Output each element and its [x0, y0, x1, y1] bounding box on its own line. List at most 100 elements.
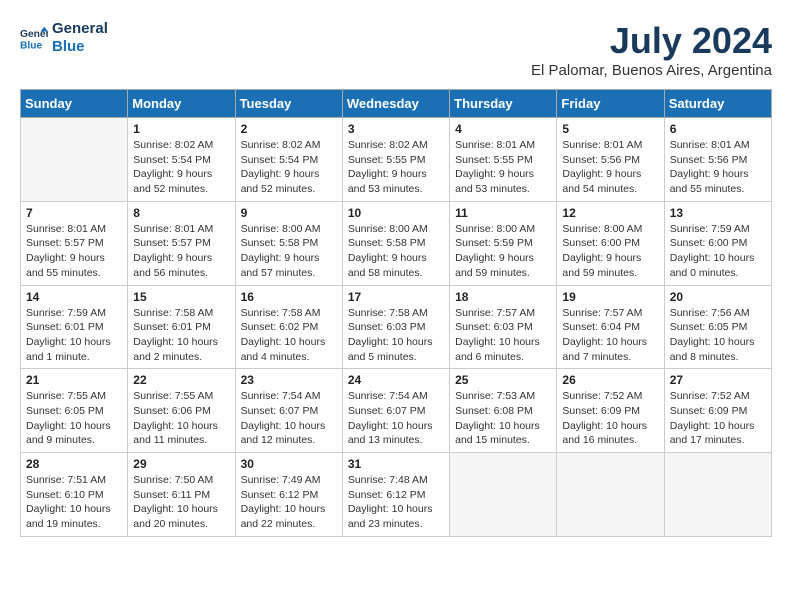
day-info: Sunrise: 7:51 AMSunset: 6:10 PMDaylight:…: [26, 473, 122, 532]
day-number: 29: [133, 457, 229, 471]
logo-icon: General Blue: [20, 24, 48, 52]
day-info: Sunrise: 7:53 AMSunset: 6:08 PMDaylight:…: [455, 389, 551, 448]
day-info: Sunrise: 8:02 AMSunset: 5:54 PMDaylight:…: [241, 138, 337, 197]
calendar-cell: 3Sunrise: 8:02 AMSunset: 5:55 PMDaylight…: [342, 118, 449, 202]
day-number: 26: [562, 373, 658, 387]
day-number: 31: [348, 457, 444, 471]
day-info: Sunrise: 7:52 AMSunset: 6:09 PMDaylight:…: [562, 389, 658, 448]
calendar-day-header: Wednesday: [342, 90, 449, 118]
day-number: 30: [241, 457, 337, 471]
calendar-cell: 12Sunrise: 8:00 AMSunset: 6:00 PMDayligh…: [557, 201, 664, 285]
day-info: Sunrise: 7:58 AMSunset: 6:01 PMDaylight:…: [133, 306, 229, 365]
day-info: Sunrise: 7:54 AMSunset: 6:07 PMDaylight:…: [241, 389, 337, 448]
calendar-day-header: Sunday: [21, 90, 128, 118]
calendar-cell: 31 Sunrise: 7:48 AMSunset: 6:12 PMDayligh…: [342, 453, 449, 537]
day-info: Sunrise: 7:50 AMSunset: 6:11 PMDaylight:…: [133, 473, 229, 532]
day-number: 11: [455, 206, 551, 220]
calendar-cell: [664, 453, 771, 537]
day-number: 9: [241, 206, 337, 220]
logo: General Blue General Blue: [20, 20, 108, 56]
day-info: Sunrise: 7:54 AMSunset: 6:07 PMDaylight:…: [348, 389, 444, 448]
day-info: Sunrise: 7:57 AMSunset: 6:04 PMDaylight:…: [562, 306, 658, 365]
calendar-cell: 5 Sunrise: 8:01 AMSunset: 5:56 PMDaylight…: [557, 118, 664, 202]
calendar-cell: 18 Sunrise: 7:57 AMSunset: 6:03 PMDayligh…: [450, 285, 557, 369]
day-number: 4: [455, 122, 551, 136]
calendar-cell: 28 Sunrise: 7:51 AMSunset: 6:10 PMDayligh…: [21, 453, 128, 537]
calendar-cell: 22Sunrise: 7:55 AMSunset: 6:06 PMDayligh…: [128, 369, 235, 453]
calendar-cell: 27Sunrise: 7:52 AMSunset: 6:09 PMDayligh…: [664, 369, 771, 453]
day-info: Sunrise: 7:59 AMSunset: 6:01 PMDaylight:…: [26, 306, 122, 365]
day-info: Sunrise: 7:55 AMSunset: 6:05 PMDaylight:…: [26, 389, 122, 448]
calendar-day-header: Monday: [128, 90, 235, 118]
calendar-cell: 20Sunrise: 7:56 AMSunset: 6:05 PMDayligh…: [664, 285, 771, 369]
page-header: General Blue General Blue July 2024 El P…: [20, 20, 772, 79]
day-info: Sunrise: 7:58 AMSunset: 6:02 PMDaylight:…: [241, 306, 337, 365]
calendar-cell: 16Sunrise: 7:58 AMSunset: 6:02 PMDayligh…: [235, 285, 342, 369]
calendar-cell: 13Sunrise: 7:59 AMSunset: 6:00 PMDayligh…: [664, 201, 771, 285]
calendar-cell: 17 Sunrise: 7:58 AMSunset: 6:03 PMDayligh…: [342, 285, 449, 369]
title-area: July 2024 El Palomar, Buenos Aires, Arge…: [531, 20, 772, 79]
calendar-week-row: 28 Sunrise: 7:51 AMSunset: 6:10 PMDayligh…: [21, 453, 772, 537]
logo-text-blue: Blue: [52, 38, 108, 56]
day-number: 22: [133, 373, 229, 387]
calendar-cell: 2 Sunrise: 8:02 AMSunset: 5:54 PMDaylight…: [235, 118, 342, 202]
day-info: Sunrise: 8:01 AMSunset: 5:56 PMDaylight:…: [562, 138, 658, 197]
calendar-cell: 29 Sunrise: 7:50 AMSunset: 6:11 PMDayligh…: [128, 453, 235, 537]
calendar-cell: 21 Sunrise: 7:55 AMSunset: 6:05 PMDayligh…: [21, 369, 128, 453]
day-number: 24: [348, 373, 444, 387]
day-info: Sunrise: 8:02 AMSunset: 5:54 PMDaylight:…: [133, 138, 229, 197]
logo-text-general: General: [52, 20, 108, 38]
calendar-header-row: SundayMondayTuesdayWednesdayThursdayFrid…: [21, 90, 772, 118]
day-info: Sunrise: 7:59 AMSunset: 6:00 PMDaylight:…: [670, 222, 766, 281]
day-number: 23: [241, 373, 337, 387]
day-info: Sunrise: 7:49 AMSunset: 6:12 PMDaylight:…: [241, 473, 337, 532]
calendar-cell: 14Sunrise: 7:59 AMSunset: 6:01 PMDayligh…: [21, 285, 128, 369]
calendar-cell: 10Sunrise: 8:00 AMSunset: 5:58 PMDayligh…: [342, 201, 449, 285]
day-number: 12: [562, 206, 658, 220]
day-number: 7: [26, 206, 122, 220]
day-info: Sunrise: 7:58 AMSunset: 6:03 PMDaylight:…: [348, 306, 444, 365]
day-info: Sunrise: 8:00 AMSunset: 5:58 PMDaylight:…: [241, 222, 337, 281]
calendar-cell: 15Sunrise: 7:58 AMSunset: 6:01 PMDayligh…: [128, 285, 235, 369]
day-info: Sunrise: 7:48 AMSunset: 6:12 PMDaylight:…: [348, 473, 444, 532]
month-title: July 2024: [531, 20, 772, 62]
day-number: 1: [133, 122, 229, 136]
svg-text:Blue: Blue: [20, 40, 43, 51]
day-info: Sunrise: 7:56 AMSunset: 6:05 PMDaylight:…: [670, 306, 766, 365]
day-number: 17: [348, 290, 444, 304]
day-info: Sunrise: 7:52 AMSunset: 6:09 PMDaylight:…: [670, 389, 766, 448]
calendar-cell: 4 Sunrise: 8:01 AMSunset: 5:55 PMDaylight…: [450, 118, 557, 202]
day-info: Sunrise: 8:01 AMSunset: 5:55 PMDaylight:…: [455, 138, 551, 197]
day-info: Sunrise: 7:57 AMSunset: 6:03 PMDaylight:…: [455, 306, 551, 365]
day-number: 8: [133, 206, 229, 220]
calendar-week-row: 21 Sunrise: 7:55 AMSunset: 6:05 PMDayligh…: [21, 369, 772, 453]
calendar-cell: 11Sunrise: 8:00 AMSunset: 5:59 PMDayligh…: [450, 201, 557, 285]
location-title: El Palomar, Buenos Aires, Argentina: [531, 62, 772, 79]
calendar-cell: 9 Sunrise: 8:00 AMSunset: 5:58 PMDaylight…: [235, 201, 342, 285]
day-number: 5: [562, 122, 658, 136]
calendar-week-row: 7 Sunrise: 8:01 AMSunset: 5:57 PMDaylight…: [21, 201, 772, 285]
calendar-cell: 23 Sunrise: 7:54 AMSunset: 6:07 PMDayligh…: [235, 369, 342, 453]
calendar-cell: [450, 453, 557, 537]
day-number: 21: [26, 373, 122, 387]
calendar-cell: 1 Sunrise: 8:02 AMSunset: 5:54 PMDaylight…: [128, 118, 235, 202]
day-info: Sunrise: 8:01 AMSunset: 5:57 PMDaylight:…: [133, 222, 229, 281]
calendar-week-row: 14Sunrise: 7:59 AMSunset: 6:01 PMDayligh…: [21, 285, 772, 369]
day-number: 19: [562, 290, 658, 304]
calendar-cell: 19 Sunrise: 7:57 AMSunset: 6:04 PMDayligh…: [557, 285, 664, 369]
calendar-day-header: Thursday: [450, 90, 557, 118]
calendar-day-header: Friday: [557, 90, 664, 118]
calendar-cell: 30 Sunrise: 7:49 AMSunset: 6:12 PMDayligh…: [235, 453, 342, 537]
day-number: 28: [26, 457, 122, 471]
day-number: 10: [348, 206, 444, 220]
calendar-cell: [557, 453, 664, 537]
day-number: 18: [455, 290, 551, 304]
day-number: 2: [241, 122, 337, 136]
calendar-day-header: Saturday: [664, 90, 771, 118]
calendar-cell: 24 Sunrise: 7:54 AMSunset: 6:07 PMDayligh…: [342, 369, 449, 453]
calendar-cell: 25Sunrise: 7:53 AMSunset: 6:08 PMDayligh…: [450, 369, 557, 453]
calendar-day-header: Tuesday: [235, 90, 342, 118]
calendar-table: SundayMondayTuesdayWednesdayThursdayFrid…: [20, 89, 772, 537]
day-info: Sunrise: 8:01 AMSunset: 5:56 PMDaylight:…: [670, 138, 766, 197]
calendar-cell: [21, 118, 128, 202]
